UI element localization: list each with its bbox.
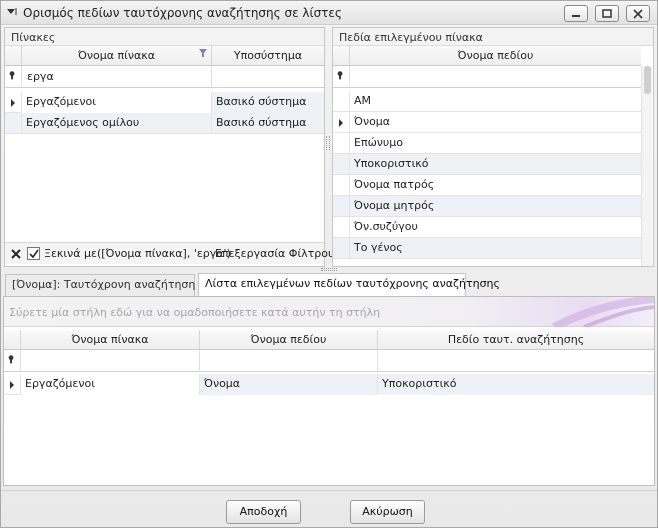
group-panel-hint: Σύρετε μία στήλη εδώ για να ομαδοποιήσετ… bbox=[9, 306, 381, 319]
field-name-cell: ΑΜ bbox=[349, 91, 641, 112]
window-title: Ορισμός πεδίων ταυτόχρονης αναζήτησης σε… bbox=[23, 6, 342, 20]
table-name-cell: Εργαζόμενοι bbox=[20, 374, 199, 395]
table-row[interactable]: Εργαζόμενος ομίλου Βασικό σύστημα bbox=[5, 113, 324, 134]
bottom-grid-header: Όνομα πίνακα Όνομα πεδίου Πεδίο ταυτ. αν… bbox=[4, 330, 654, 350]
tab-selected-fields-list[interactable]: Λίστα επιλεγμένων πεδίων ταυτόχρονης ανα… bbox=[198, 273, 500, 297]
field-name-cell: Όνομα bbox=[349, 112, 641, 133]
header-indicator bbox=[5, 46, 21, 66]
field-name-cell: Υποκοριστικό bbox=[349, 154, 641, 175]
row-indicator bbox=[4, 374, 20, 395]
subsystem-cell: Βασικό σύστημα bbox=[211, 113, 324, 134]
column-header-field-name[interactable]: Όνομα πεδίου bbox=[199, 330, 377, 350]
minimize-button[interactable] bbox=[564, 5, 588, 22]
header-indicator bbox=[333, 46, 349, 66]
fields-grid-header: Όνομα πεδίου bbox=[333, 46, 641, 66]
table-name-filter-input[interactable]: εργα bbox=[21, 66, 211, 88]
field-row[interactable]: Υποκοριστικό bbox=[333, 154, 641, 175]
subsystem-cell: Βασικό σύστημα bbox=[211, 92, 324, 113]
close-button[interactable] bbox=[626, 5, 650, 22]
column-header-label: Όνομα πίνακα bbox=[77, 49, 156, 62]
group-panel-decoration bbox=[552, 297, 654, 327]
fields-panel: Πεδία επιλεγμένου πίνακα Όνομα πεδίου ΑΜ… bbox=[332, 27, 654, 267]
title-bar: Ορισμός πεδίων ταυτόχρονης αναζήτησης σε… bbox=[1, 1, 657, 25]
filter-enabled-checkbox[interactable] bbox=[27, 247, 40, 260]
field-row[interactable]: Όνομα πατρός bbox=[333, 175, 641, 196]
row-indicator bbox=[333, 133, 349, 154]
tables-panel: Πίνακες Όνομα πίνακα Υποσύστημα εργα Εργ… bbox=[4, 27, 334, 267]
row-indicator bbox=[333, 112, 349, 133]
column-header-field-name[interactable]: Όνομα πεδίου bbox=[349, 46, 641, 66]
tables-auto-filter-row: εργα bbox=[5, 66, 324, 88]
field-name-cell: Όν.συζύγου bbox=[349, 217, 641, 238]
row-indicator bbox=[333, 217, 349, 238]
field-row[interactable]: Όν.συζύγου bbox=[333, 217, 641, 238]
tables-grid-header: Όνομα πίνακα Υποσύστημα bbox=[5, 46, 324, 66]
edit-filter-link[interactable]: Επεξεργασία Φίλτρου bbox=[215, 247, 334, 260]
filter-row-icon bbox=[337, 71, 343, 80]
row-indicator bbox=[333, 196, 349, 217]
footer-divider bbox=[1, 490, 657, 491]
field-name-cell: Όνομα bbox=[199, 374, 377, 395]
table-name-cell: Εργαζόμενος ομίλου bbox=[21, 113, 211, 134]
tables-panel-caption: Πίνακες bbox=[5, 28, 324, 46]
dialog-window: Ορισμός πεδίων ταυτόχρονης αναζήτησης σε… bbox=[0, 0, 658, 528]
field-name-cell: Επώνυμο bbox=[349, 133, 641, 154]
cancel-button[interactable]: Ακύρωση bbox=[350, 500, 425, 524]
vertical-splitter[interactable] bbox=[326, 136, 330, 150]
bottom-auto-filter-row bbox=[4, 350, 654, 372]
field-row[interactable]: Όνομα μητρός bbox=[333, 196, 641, 217]
horizontal-splitter[interactable] bbox=[321, 268, 337, 271]
fields-vertical-scrollbar[interactable] bbox=[641, 66, 652, 266]
field-name-filter-input[interactable] bbox=[199, 350, 377, 372]
subsystem-filter-input[interactable] bbox=[211, 66, 324, 88]
field-row[interactable]: Επώνυμο bbox=[333, 133, 641, 154]
search-field-filter-input[interactable] bbox=[377, 350, 654, 372]
field-row[interactable]: Το γένος bbox=[333, 238, 641, 259]
table-name-cell: Εργαζόμενοι bbox=[21, 92, 211, 113]
fields-panel-caption: Πεδία επιλεγμένου πίνακα bbox=[333, 28, 653, 46]
minimize-icon bbox=[572, 15, 580, 17]
filter-icon[interactable] bbox=[199, 49, 207, 57]
row-indicator bbox=[333, 91, 349, 112]
row-indicator bbox=[333, 175, 349, 196]
selected-fields-panel: Σύρετε μία στήλη εδώ για να ομαδοποιήσετ… bbox=[3, 296, 655, 486]
filter-expression[interactable]: Ξεκινά με([Όνομα πίνακα], 'εργα') bbox=[44, 247, 231, 260]
selected-field-row[interactable]: Εργαζόμενοι Όνομα Υποκοριστικό bbox=[4, 374, 654, 395]
filter-row-icon bbox=[9, 71, 15, 80]
field-name-cell: Το γένος bbox=[349, 238, 641, 259]
table-name-filter-input[interactable] bbox=[20, 350, 199, 372]
filter-row-icon bbox=[8, 355, 14, 364]
current-row-arrow-icon bbox=[10, 381, 14, 389]
maximize-button[interactable] bbox=[595, 5, 619, 22]
column-header-table-name[interactable]: Όνομα πίνακα bbox=[20, 330, 199, 350]
group-by-panel[interactable]: Σύρετε μία στήλη εδώ για να ομαδοποιήσετ… bbox=[4, 297, 654, 327]
row-indicator bbox=[5, 113, 21, 134]
ok-button[interactable]: Αποδοχή bbox=[226, 500, 301, 524]
column-header-subsystem[interactable]: Υποσύστημα bbox=[211, 46, 324, 66]
field-name-cell: Όνομα πατρός bbox=[349, 175, 641, 196]
fields-auto-filter-row bbox=[333, 66, 641, 88]
row-indicator bbox=[333, 154, 349, 175]
field-row[interactable]: Όνομα bbox=[333, 112, 641, 133]
system-menu-icon[interactable] bbox=[5, 6, 19, 18]
column-header-table-name[interactable]: Όνομα πίνακα bbox=[21, 46, 211, 66]
maximize-icon bbox=[602, 9, 612, 18]
tab-simultaneous-search[interactable]: [Όνομα]: Ταυτόχρονη αναζήτηση με bbox=[5, 274, 212, 296]
table-row[interactable]: Εργαζόμενοι Βασικό σύστημα bbox=[5, 92, 324, 113]
row-indicator bbox=[333, 238, 349, 259]
column-header-search-field[interactable]: Πεδίο ταυτ. αναζήτησης bbox=[377, 330, 654, 350]
row-indicator bbox=[5, 92, 21, 113]
clear-filter-icon[interactable] bbox=[11, 249, 21, 259]
field-name-cell: Όνομα μητρός bbox=[349, 196, 641, 217]
header-indicator bbox=[4, 330, 20, 350]
close-icon bbox=[633, 9, 643, 19]
search-field-cell: Υποκοριστικό bbox=[377, 374, 654, 395]
field-row[interactable]: ΑΜ bbox=[333, 91, 641, 112]
filter-panel: Ξεκινά με([Όνομα πίνακα], 'εργα') Επεξερ… bbox=[5, 242, 334, 264]
current-row-arrow-icon bbox=[339, 119, 343, 127]
current-row-arrow-icon bbox=[11, 99, 15, 107]
field-name-filter-input[interactable] bbox=[349, 66, 641, 88]
scrollbar-thumb[interactable] bbox=[644, 66, 651, 94]
checkmark-icon bbox=[29, 249, 39, 259]
